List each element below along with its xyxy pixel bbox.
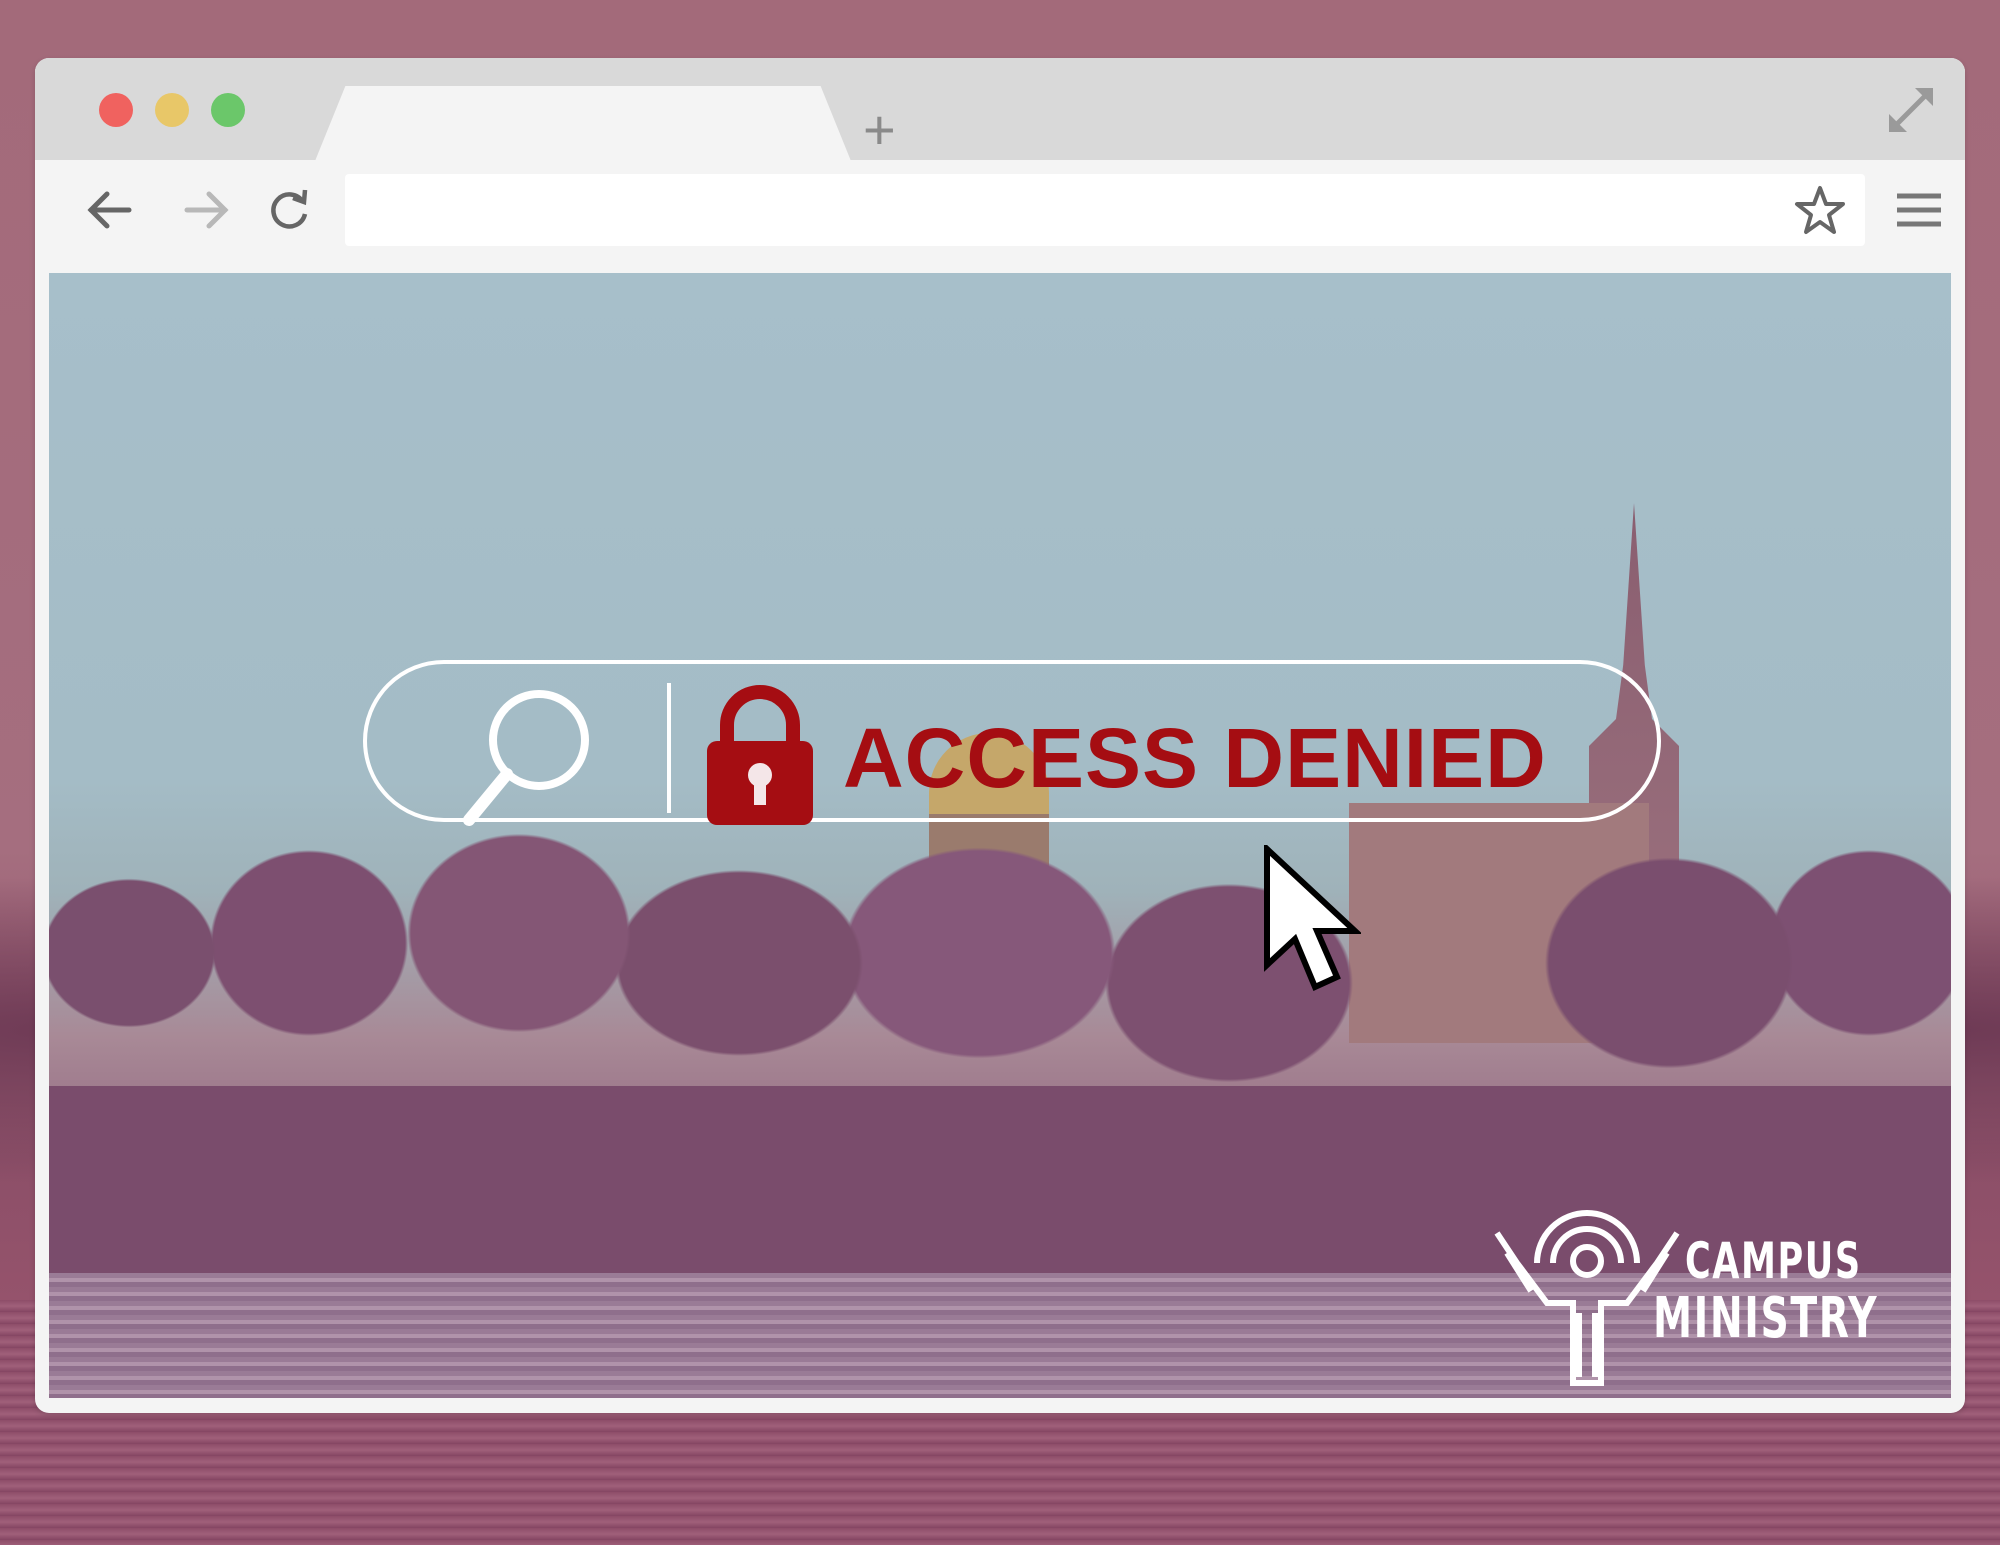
mouse-pointer-icon (1264, 845, 1361, 992)
logo-line-campus: CAMPUS (1685, 1232, 1862, 1290)
close-button[interactable] (99, 93, 133, 127)
expand-icon[interactable] (1885, 84, 1937, 136)
active-tab[interactable] (313, 86, 853, 166)
logo-line-ministry: MINISTRY (1653, 1286, 1879, 1351)
bookmark-star-icon[interactable] (1793, 184, 1847, 238)
toolbar (35, 160, 1965, 260)
page-viewport: ACCESS DENIED CAMPUS MINISTRY (49, 273, 1951, 1398)
zoom-button[interactable] (211, 93, 245, 127)
access-denied-message: ACCESS DENIED (843, 711, 1547, 805)
address-bar[interactable] (345, 174, 1865, 246)
browser-window: + ACCESS DENIED CAMPUS MINISTRY (35, 58, 1965, 1413)
search-divider (667, 683, 671, 813)
title-bar: + (35, 58, 1965, 166)
padlock-icon (707, 685, 813, 825)
search-icon (463, 690, 589, 826)
hamburger-menu-icon[interactable] (1893, 184, 1945, 236)
reload-icon[interactable] (263, 184, 315, 236)
forward-arrow-icon[interactable] (181, 184, 233, 236)
minimize-button[interactable] (155, 93, 189, 127)
campus-ministry-wordmark: CAMPUS MINISTRY (1653, 1233, 1942, 1349)
back-arrow-icon[interactable] (83, 184, 135, 236)
new-tab-button[interactable]: + (863, 100, 896, 160)
